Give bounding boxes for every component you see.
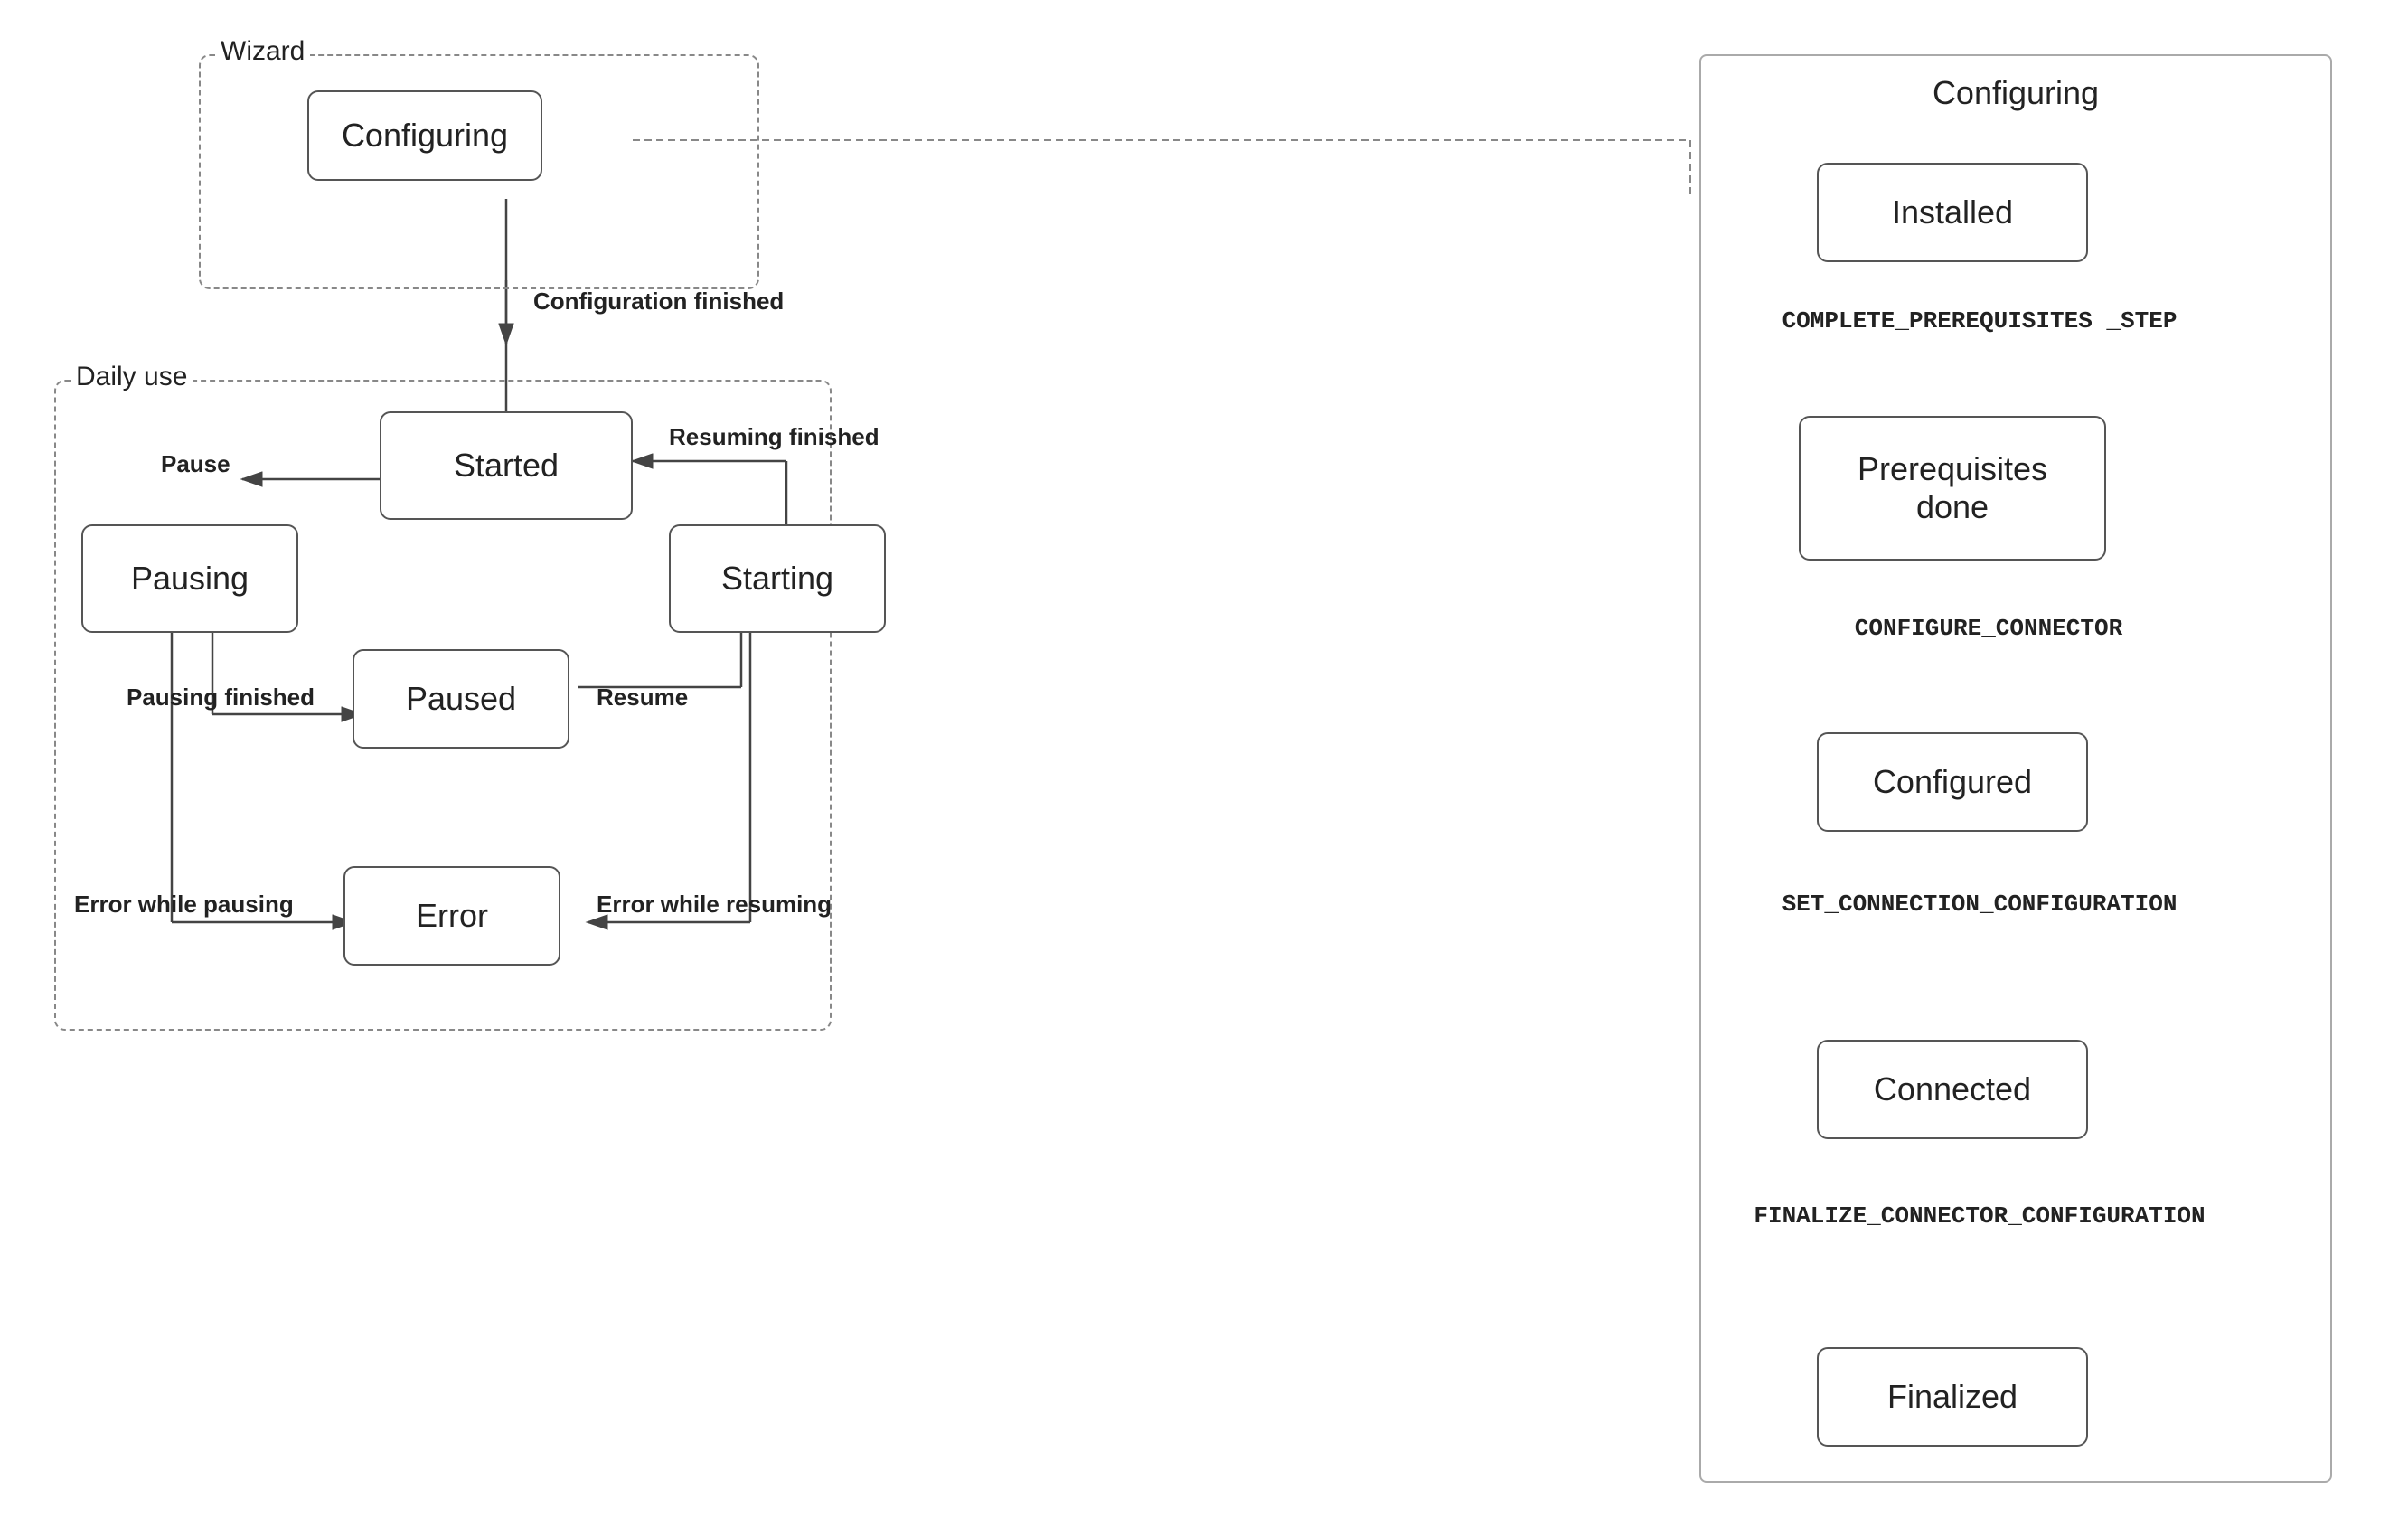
state-prerequisites-done: Prerequisites done <box>1799 416 2106 561</box>
transition-pause: Pause <box>161 450 230 478</box>
transition-resume: Resume <box>597 683 688 712</box>
transition-resuming-finished: Resuming finished <box>669 423 879 451</box>
transition-error-while-resuming: Error while resuming <box>597 891 832 919</box>
daily-use-label: Daily use <box>71 362 193 392</box>
transition-error-while-pausing: Error while pausing <box>74 891 294 919</box>
transition-pausing-finished: Pausing finished <box>127 683 315 712</box>
configuring-panel-label: Configuring <box>1701 74 2330 112</box>
state-connected: Connected <box>1817 1040 2088 1139</box>
state-starting: Starting <box>669 524 886 633</box>
transition-set-connection-config: SET_CONNECTION_CONFIGURATION <box>1717 891 2242 918</box>
transition-complete-prerequisites: COMPLETE_PREREQUISITES _STEP <box>1735 307 2224 335</box>
transition-configuration-finished: Configuration finished <box>533 287 784 316</box>
state-installed: Installed <box>1817 163 2088 262</box>
state-started: Started <box>380 411 633 520</box>
transition-finalize-connector-config: FINALIZE_CONNECTOR_CONFIGURATION <box>1699 1202 2260 1230</box>
transition-configure-connector: CONFIGURE_CONNECTOR <box>1763 615 2215 642</box>
wizard-label: Wizard <box>215 36 310 67</box>
state-finalized: Finalized <box>1817 1347 2088 1447</box>
state-pausing: Pausing <box>81 524 298 633</box>
state-configured: Configured <box>1817 732 2088 832</box>
state-paused: Paused <box>353 649 569 749</box>
state-configuring-wizard: Configuring <box>307 90 542 181</box>
state-error: Error <box>343 866 560 966</box>
diagram-container: Wizard Configuring Configuration finishe… <box>0 0 2408 1527</box>
